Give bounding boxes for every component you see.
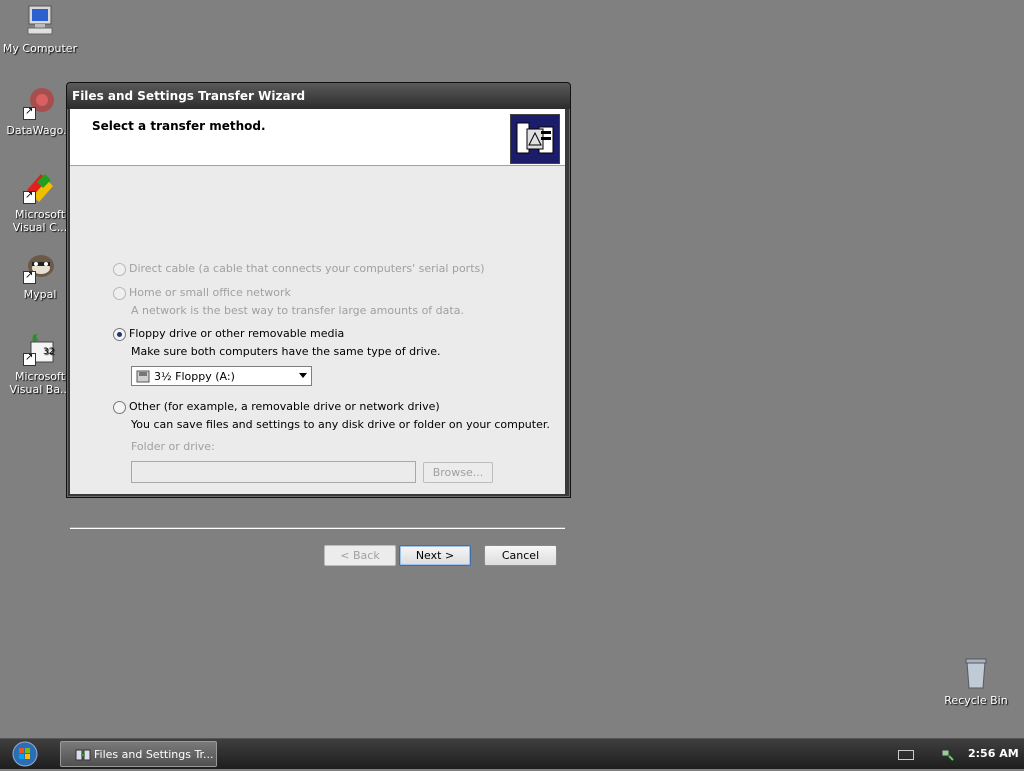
drive-select-value: 3½ Floppy (A:) xyxy=(154,370,235,383)
chevron-down-icon[interactable] xyxy=(299,373,307,378)
option-home-network-description: A network is the best way to transfer la… xyxy=(131,304,464,317)
desktop-icon-label: My Computer xyxy=(2,42,78,55)
shortcut-arrow-icon xyxy=(23,351,36,366)
network-icon[interactable] xyxy=(940,746,956,762)
option-home-network-label: Home or small office network xyxy=(129,286,291,299)
footer-separator xyxy=(70,527,565,529)
option-other-label: Other (for example, a removable drive or… xyxy=(129,400,440,413)
title-bar[interactable]: Files and Settings Transfer Wizard xyxy=(67,83,570,109)
clock[interactable]: 2:56 AM xyxy=(968,747,1019,760)
radio-direct-cable[interactable] xyxy=(113,263,126,276)
floppy-drive-icon xyxy=(136,370,150,383)
wizard-window: Files and Settings Transfer Wizard Selec… xyxy=(66,82,571,566)
keyboard-icon[interactable] xyxy=(898,750,914,760)
option-floppy-label: Floppy drive or other removable media xyxy=(129,327,345,340)
desktop-icon-recycle-bin[interactable]: Recycle Bin xyxy=(936,656,1016,707)
taskbar-item-transfer-wizard[interactable]: Files and Settings Tr... xyxy=(60,741,217,767)
folder-input[interactable] xyxy=(131,461,416,483)
datawago-icon xyxy=(23,86,57,120)
shortcut-arrow-icon xyxy=(23,269,36,284)
window-title: Files and Settings Transfer Wizard xyxy=(72,89,306,103)
radio-other[interactable] xyxy=(113,401,126,414)
wizard-client-area: Select a transfer method. Direct cable (… xyxy=(70,109,565,566)
drive-select[interactable]: 3½ Floppy (A:) xyxy=(131,366,312,386)
radio-home-network[interactable] xyxy=(113,287,126,300)
mypal-icon xyxy=(23,250,57,284)
recycle-bin-icon xyxy=(959,656,993,690)
visual-basic-icon: 32 xyxy=(23,332,57,366)
visual-c-icon xyxy=(23,170,57,204)
wizard-header: Select a transfer method. xyxy=(70,109,565,166)
taskbar-item-label: Files and Settings Tr... xyxy=(94,748,214,761)
option-floppy-description: Make sure both computers have the same t… xyxy=(131,345,441,358)
radio-floppy[interactable] xyxy=(113,328,126,341)
desktop-icon-my-computer[interactable]: My Computer xyxy=(0,4,80,55)
browse-button[interactable]: Browse... xyxy=(423,462,493,483)
transfer-wizard-icon xyxy=(75,747,91,763)
computer-icon xyxy=(23,4,57,38)
folder-label: Folder or drive: xyxy=(131,440,215,453)
option-other-description: You can save files and settings to any d… xyxy=(131,418,550,431)
wizard-logo-icon xyxy=(510,114,560,164)
desktop-icon-label: Recycle Bin xyxy=(944,694,1008,707)
page-heading: Select a transfer method. xyxy=(92,119,266,133)
svg-text:32: 32 xyxy=(43,347,54,357)
start-button[interactable] xyxy=(8,741,42,767)
cancel-button[interactable]: Cancel xyxy=(484,545,557,566)
windows-logo-icon xyxy=(12,741,38,767)
shortcut-arrow-icon xyxy=(23,105,36,120)
desktop: My Computer DataWago... Microsoft Visual… xyxy=(0,0,1024,738)
taskbar: Files and Settings Tr... 2:56 AM xyxy=(0,738,1024,769)
back-button[interactable]: < Back xyxy=(324,545,396,566)
option-direct-cable-label: Direct cable (a cable that connects your… xyxy=(129,262,485,275)
shortcut-arrow-icon xyxy=(23,189,36,204)
next-button[interactable]: Next > xyxy=(399,545,471,566)
